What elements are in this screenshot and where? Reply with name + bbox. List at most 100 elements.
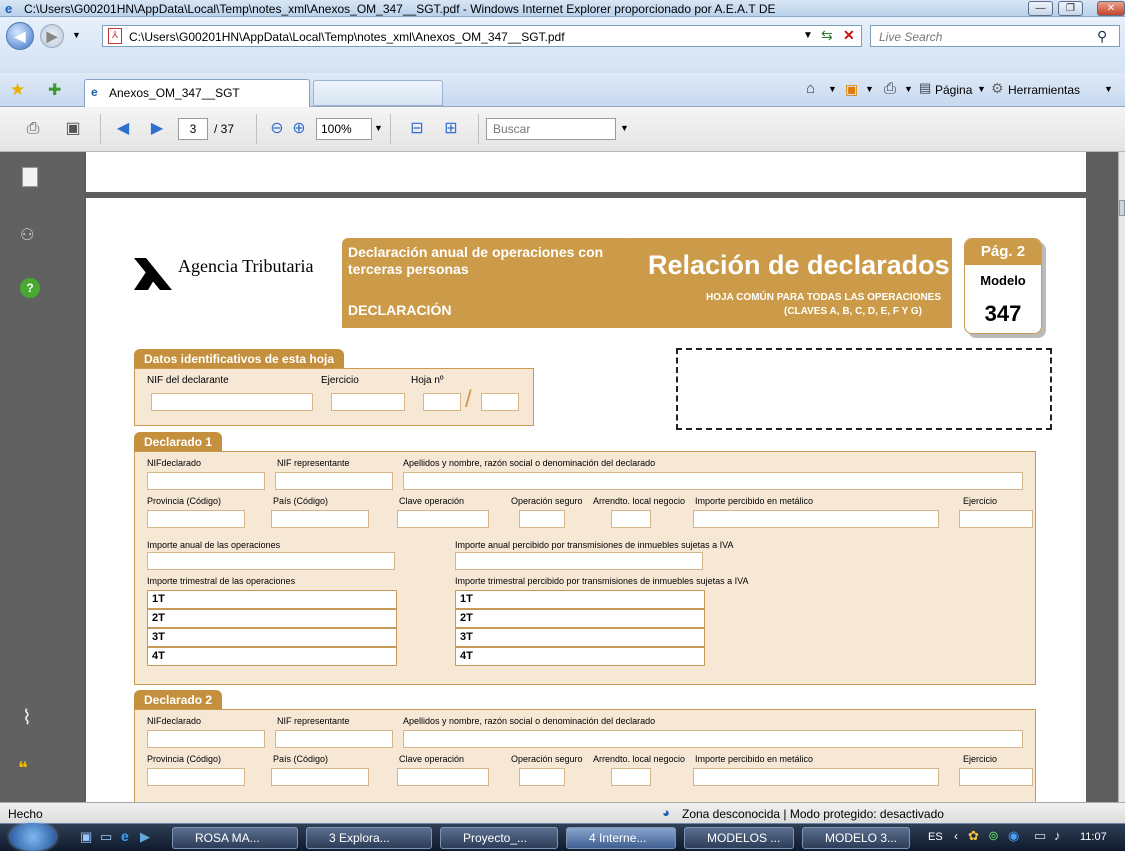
- fit-page-icon[interactable]: ⊞: [440, 118, 462, 140]
- seguro-field[interactable]: [519, 768, 565, 786]
- taskbar-button-2[interactable]: 3 Explora...: [306, 827, 432, 849]
- bookmarks-panel-icon[interactable]: ⚇: [20, 225, 34, 245]
- tray-monitor-icon[interactable]: ▭: [1034, 828, 1046, 844]
- clock[interactable]: 11:07: [1080, 831, 1107, 843]
- zoom-dropdown-icon[interactable]: ▼: [374, 123, 383, 133]
- back-button[interactable]: ◀: [6, 22, 34, 50]
- feeds-icon[interactable]: ▣: [845, 81, 858, 98]
- refresh-icon[interactable]: ⇆: [821, 27, 833, 44]
- comments-icon[interactable]: ❝: [18, 758, 28, 779]
- media-quicklaunch-icon[interactable]: ▶: [140, 829, 150, 845]
- language-indicator[interactable]: ES: [928, 831, 943, 843]
- page-number-input[interactable]: 3: [178, 118, 208, 140]
- attachment-paperclip-icon[interactable]: ⌇: [22, 705, 32, 730]
- zone-status[interactable]: Zona desconocida | Modo protegido: desac…: [682, 807, 944, 821]
- ejercicio-field[interactable]: [959, 510, 1033, 528]
- hoja-number-field[interactable]: [423, 393, 461, 411]
- next-page-icon[interactable]: ▶: [146, 118, 168, 140]
- tray-network-icon[interactable]: ⊚: [988, 828, 999, 844]
- quarter-row-4t[interactable]: 4T: [147, 647, 397, 666]
- importe-metalico-field[interactable]: [693, 510, 939, 528]
- previous-page-icon[interactable]: ◀: [112, 118, 134, 140]
- start-button[interactable]: [10, 823, 56, 851]
- taskbar-button-1[interactable]: ROSA MA...: [172, 827, 298, 849]
- help-icon[interactable]: ?: [20, 278, 40, 298]
- find-input[interactable]: Buscar: [486, 118, 616, 140]
- history-dropdown-icon[interactable]: ▼: [72, 30, 81, 40]
- quarter-iva-row-2t[interactable]: 2T: [455, 609, 705, 628]
- forward-button[interactable]: ▶: [40, 24, 64, 48]
- quarter-iva-row-1t[interactable]: 1T: [455, 590, 705, 609]
- print-dropdown-icon[interactable]: ▼: [904, 84, 913, 94]
- quarter-iva-row-4t[interactable]: 4T: [455, 647, 705, 666]
- print-icon[interactable]: ⎙: [884, 80, 896, 97]
- page-dropdown-icon[interactable]: ▼: [977, 84, 986, 94]
- tray-expand-icon[interactable]: ‹: [954, 829, 958, 843]
- new-tab-button[interactable]: [313, 80, 443, 106]
- zoom-out-icon[interactable]: ⊖: [266, 118, 288, 140]
- nif-declarado-field[interactable]: [147, 472, 265, 490]
- provincia-field[interactable]: [147, 510, 245, 528]
- quarter-row-1t[interactable]: 1T: [147, 590, 397, 609]
- taskbar-button-5[interactable]: MODELOS ...: [684, 827, 794, 849]
- tools-menu[interactable]: Herramientas: [1008, 83, 1080, 97]
- maximize-button[interactable]: ❐: [1058, 1, 1083, 16]
- nif-declarado-field[interactable]: [147, 730, 265, 748]
- zoom-in-icon[interactable]: ⊕: [288, 118, 310, 140]
- add-favorites-icon[interactable]: ✚: [48, 80, 61, 100]
- address-dropdown-icon[interactable]: ▼: [803, 30, 813, 41]
- importe-anual-iva-field[interactable]: [455, 552, 703, 570]
- minimize-button[interactable]: —: [1028, 1, 1053, 16]
- quarter-row-3t[interactable]: 3T: [147, 628, 397, 647]
- apellidos-field[interactable]: [403, 472, 1023, 490]
- arrend-field[interactable]: [611, 510, 651, 528]
- apellidos-field[interactable]: [403, 730, 1023, 748]
- zoom-input[interactable]: 100%: [316, 118, 372, 140]
- hoja-total-field[interactable]: [481, 393, 519, 411]
- pais-field[interactable]: [271, 768, 369, 786]
- save-icon[interactable]: ▣: [62, 118, 84, 140]
- tab-anexos[interactable]: e Anexos_OM_347__SGT: [84, 79, 310, 107]
- clave-field[interactable]: [397, 768, 489, 786]
- tray-status-icon[interactable]: ◉: [1008, 828, 1019, 844]
- page-menu[interactable]: Página: [935, 83, 972, 97]
- show-desktop-icon[interactable]: ▣: [80, 829, 92, 845]
- nif-declarante-field[interactable]: [151, 393, 313, 411]
- nif-representante-field[interactable]: [275, 472, 393, 490]
- seguro-field[interactable]: [519, 510, 565, 528]
- close-button[interactable]: ✕: [1097, 1, 1125, 16]
- ie-quicklaunch-icon[interactable]: e: [121, 828, 129, 844]
- switch-windows-icon[interactable]: ▭: [100, 829, 112, 845]
- taskbar-button-4[interactable]: 4 Interne...: [566, 827, 676, 849]
- importe-anual-field[interactable]: [147, 552, 395, 570]
- taskbar-button-3[interactable]: Proyecto_...: [440, 827, 558, 849]
- importe-metalico-field[interactable]: [693, 768, 939, 786]
- search-icon[interactable]: ⚲: [1097, 28, 1107, 45]
- arrend-field[interactable]: [611, 768, 651, 786]
- pages-panel-icon[interactable]: [22, 167, 38, 187]
- search-field[interactable]: Live Search ⚲: [870, 25, 1120, 47]
- quarter-iva-row-3t[interactable]: 3T: [455, 628, 705, 647]
- ejercicio-field[interactable]: [959, 768, 1033, 786]
- feeds-dropdown-icon[interactable]: ▼: [865, 84, 874, 94]
- fit-width-icon[interactable]: ⊟: [406, 118, 428, 140]
- volume-icon[interactable]: ♪: [1054, 828, 1061, 843]
- vertical-scrollbar[interactable]: [1118, 152, 1125, 802]
- clave-field[interactable]: [397, 510, 489, 528]
- pais-field[interactable]: [271, 510, 369, 528]
- home-dropdown-icon[interactable]: ▼: [828, 84, 837, 94]
- print-pdf-icon[interactable]: ⎙: [22, 118, 44, 140]
- nif-representante-field[interactable]: [275, 730, 393, 748]
- address-bar[interactable]: ⅄ C:\Users\G00201HN\AppData\Local\Temp\n…: [102, 25, 862, 47]
- scrollbar-thumb[interactable]: [1119, 200, 1125, 216]
- find-dropdown-icon[interactable]: ▼: [620, 123, 629, 133]
- home-icon[interactable]: ⌂: [806, 80, 815, 97]
- ejercicio-field[interactable]: [331, 393, 405, 411]
- quarter-row-2t[interactable]: 2T: [147, 609, 397, 628]
- provincia-field[interactable]: [147, 768, 245, 786]
- tray-app-icon[interactable]: ✿: [968, 828, 979, 844]
- taskbar-button-6[interactable]: MODELO 3...: [802, 827, 910, 849]
- tools-dropdown-icon[interactable]: ▼: [1104, 84, 1113, 94]
- stop-icon[interactable]: ✕: [843, 27, 855, 44]
- favorites-star-icon[interactable]: ★: [10, 80, 25, 100]
